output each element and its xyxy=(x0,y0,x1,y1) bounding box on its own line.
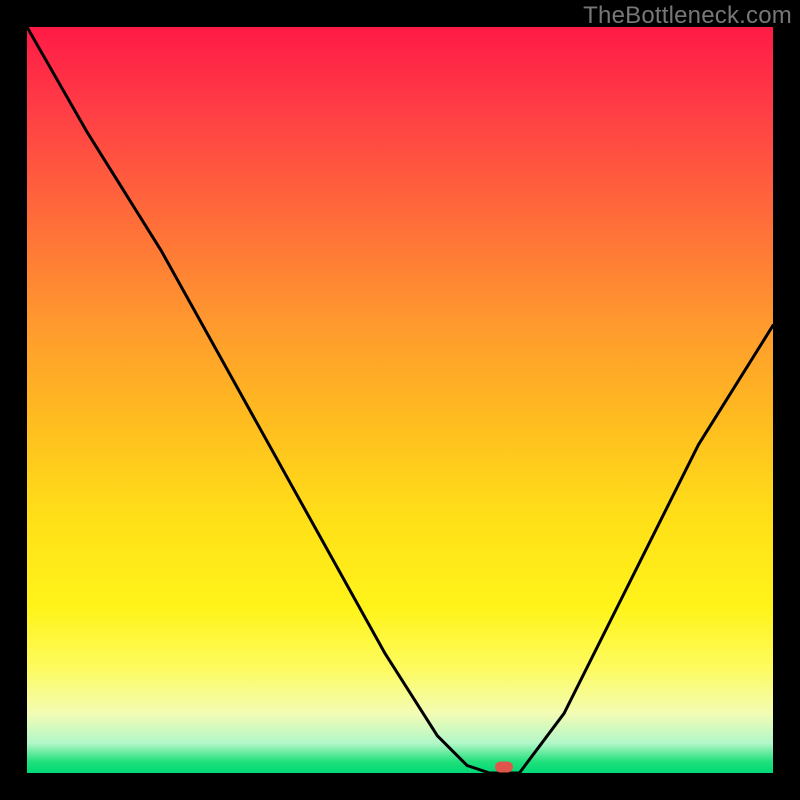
chart-frame: TheBottleneck.com xyxy=(0,0,800,800)
optimum-marker xyxy=(495,762,513,773)
curve-path xyxy=(27,27,773,773)
curve-svg xyxy=(27,27,773,773)
attribution-text: TheBottleneck.com xyxy=(583,2,792,30)
plot-area xyxy=(27,27,773,773)
